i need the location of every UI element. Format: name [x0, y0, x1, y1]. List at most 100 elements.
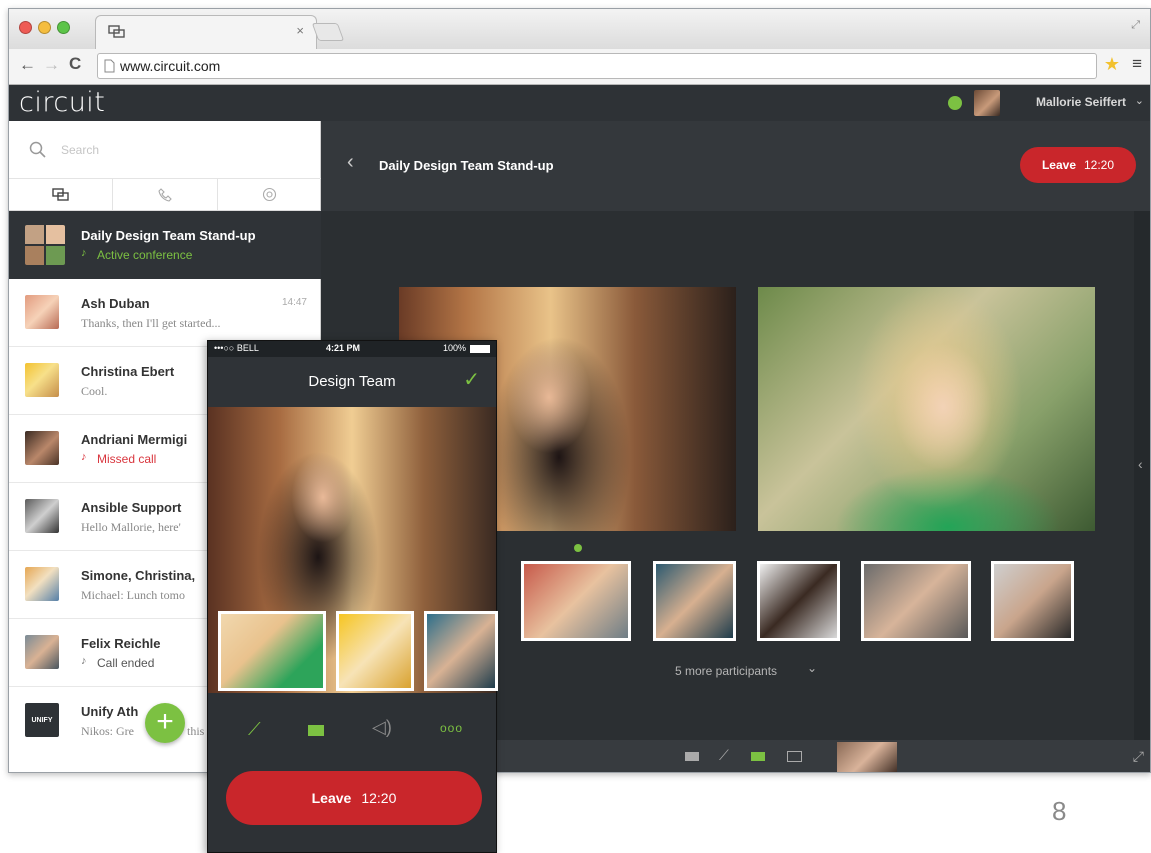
leave-button[interactable]: Leave 12:20	[226, 771, 482, 825]
more-participants[interactable]: 5 more participants	[675, 664, 777, 678]
search-icon	[29, 141, 46, 158]
conversation-preview: Cool.	[81, 384, 108, 398]
mute-microphone-icon[interactable]: ⟋	[719, 747, 729, 764]
search-box[interactable]: Search	[9, 121, 321, 179]
conversation-name: Unify Ath	[81, 704, 139, 719]
back-chevron-icon[interactable]: ‹	[347, 151, 354, 174]
phone-title-bar: Design Team ✓	[208, 357, 496, 407]
participant-thumbnail[interactable]	[861, 561, 971, 641]
tab-conversations[interactable]	[9, 179, 114, 210]
leave-button[interactable]: Leave 12:20	[1020, 147, 1136, 183]
maximize-window-button[interactable]	[57, 21, 70, 34]
list-item[interactable]: Daily Design Team Stand-up ♪ Active conf…	[9, 211, 321, 279]
missed-call-icon: ♪	[81, 451, 87, 463]
checkmark-icon[interactable]: ✓	[463, 367, 480, 392]
more-options-icon[interactable]: ooo	[440, 721, 463, 735]
video-camera-icon[interactable]	[751, 752, 765, 761]
close-window-button[interactable]	[19, 21, 32, 34]
conversation-name: Simone, Christina,	[81, 568, 196, 583]
chevron-down-icon[interactable]: ⌄	[807, 661, 817, 675]
avatar	[25, 363, 59, 397]
app-logo: circuit	[19, 87, 106, 118]
conversation-name: Christina Ebert	[81, 364, 175, 379]
user-avatar[interactable]	[974, 90, 1000, 116]
side-panel-toggle[interactable]: ‹	[1134, 211, 1150, 743]
unify-logo-text: UNIFY	[31, 716, 53, 724]
conversation-preview: Michael: Lunch tomo	[81, 588, 185, 602]
conference-header: ‹ Daily Design Team Stand-up Leave 12:20	[321, 121, 1150, 211]
participant-video	[758, 287, 1095, 531]
sidebar-tabs	[9, 179, 321, 211]
video-off-icon[interactable]	[787, 751, 802, 762]
video-camera-icon[interactable]	[308, 725, 324, 736]
conversation-name: Andriani Mermigi	[81, 432, 188, 447]
conversation-preview: Hello Mallorie, here'	[81, 520, 181, 534]
conversation-preview: Nikos: Gre	[81, 724, 134, 738]
conversation-preview: Thanks, then I'll get started...	[81, 316, 221, 330]
battery-icon	[470, 345, 490, 353]
conference-title: Daily Design Team Stand-up	[379, 158, 554, 173]
avatar	[25, 431, 59, 465]
tab-calls[interactable]	[113, 179, 218, 210]
browser-tab[interactable]: ×	[95, 15, 317, 49]
conversation-status: Active conference	[97, 248, 193, 262]
user-name[interactable]: Mallorie Seiffert	[1036, 95, 1126, 109]
phone-status-bar: •••○○ BELL 4:21 PM 100%	[208, 341, 496, 357]
address-bar-row: ← → C www.circuit.com ★ ≡	[9, 49, 1150, 85]
menu-icon[interactable]: ≡	[1132, 54, 1142, 74]
avatar	[25, 499, 59, 533]
tab-close-icon[interactable]: ×	[296, 23, 304, 38]
participant-thumbnail[interactable]	[521, 561, 631, 641]
screen-share-icon[interactable]	[685, 752, 699, 761]
participant-thumbnail[interactable]	[757, 561, 840, 641]
participant-thumbnail[interactable]	[218, 611, 326, 691]
conversation-name: Felix Reichle	[81, 636, 161, 651]
search-input[interactable]: Search	[61, 143, 99, 157]
speaker-icon[interactable]: ◁)	[372, 717, 392, 738]
fullscreen-icon[interactable]: ⤢	[1131, 19, 1140, 32]
forward-icon[interactable]: →	[43, 55, 60, 75]
chat-bubbles-icon	[51, 187, 69, 201]
bookmark-star-icon[interactable]: ★	[1104, 54, 1120, 75]
conversation-name: Ash Duban	[81, 296, 150, 311]
avatar	[25, 225, 65, 265]
mobile-app-phone: •••○○ BELL 4:21 PM 100% Design Team ✓ ⟋ …	[207, 340, 498, 853]
add-conversation-button[interactable]: +	[145, 703, 185, 743]
call-timer: 12:20	[1084, 158, 1115, 172]
browser-window: × ⤢ ← → C www.circuit.com ★ ≡ circuit Ma…	[8, 8, 1151, 773]
active-speaker-indicator	[574, 544, 582, 552]
chevron-down-icon[interactable]: ⌄	[1135, 94, 1144, 107]
status-available-icon	[948, 96, 962, 110]
carrier-text: •••○○ BELL	[214, 343, 259, 353]
battery-percent: 100%	[442, 343, 466, 353]
self-view-video[interactable]	[837, 742, 897, 772]
expand-icon[interactable]: ⤢	[1133, 748, 1144, 765]
reload-icon[interactable]: C	[69, 54, 81, 74]
conversation-status: Missed call	[97, 452, 157, 466]
conversation-name: Ansible Support	[81, 500, 182, 515]
slide-page-number: 8	[1052, 796, 1067, 826]
status-time: 4:21 PM	[326, 343, 361, 353]
chevron-left-icon: ‹	[1138, 456, 1143, 472]
call-timer: 12:20	[361, 790, 397, 806]
phone-conversation-title: Design Team	[308, 373, 396, 390]
participant-thumbnail[interactable]	[336, 611, 414, 691]
list-item[interactable]: Ash Duban 14:47 Thanks, then I'll get st…	[9, 279, 321, 347]
minimize-window-button[interactable]	[38, 21, 51, 34]
phone-icon: ♪	[81, 655, 87, 667]
conversation-name: Daily Design Team Stand-up	[81, 228, 256, 243]
mute-microphone-icon[interactable]: ⟋	[248, 719, 261, 740]
phone-icon: ♪	[81, 247, 87, 259]
new-tab-button[interactable]	[311, 23, 345, 41]
address-bar[interactable]: www.circuit.com	[97, 53, 1097, 79]
participant-thumbnail[interactable]	[991, 561, 1074, 641]
back-icon[interactable]: ←	[19, 55, 36, 75]
participant-thumbnail[interactable]	[424, 611, 498, 691]
participant-thumbnail[interactable]	[653, 561, 736, 641]
app-header: circuit Mallorie Seiffert ⌄	[9, 85, 1150, 121]
browser-titlebar: × ⤢	[9, 9, 1150, 49]
tab-settings[interactable]	[218, 179, 321, 210]
conversation-status: Call ended	[97, 656, 155, 670]
avatar	[25, 567, 59, 601]
url-text: www.circuit.com	[120, 58, 221, 74]
